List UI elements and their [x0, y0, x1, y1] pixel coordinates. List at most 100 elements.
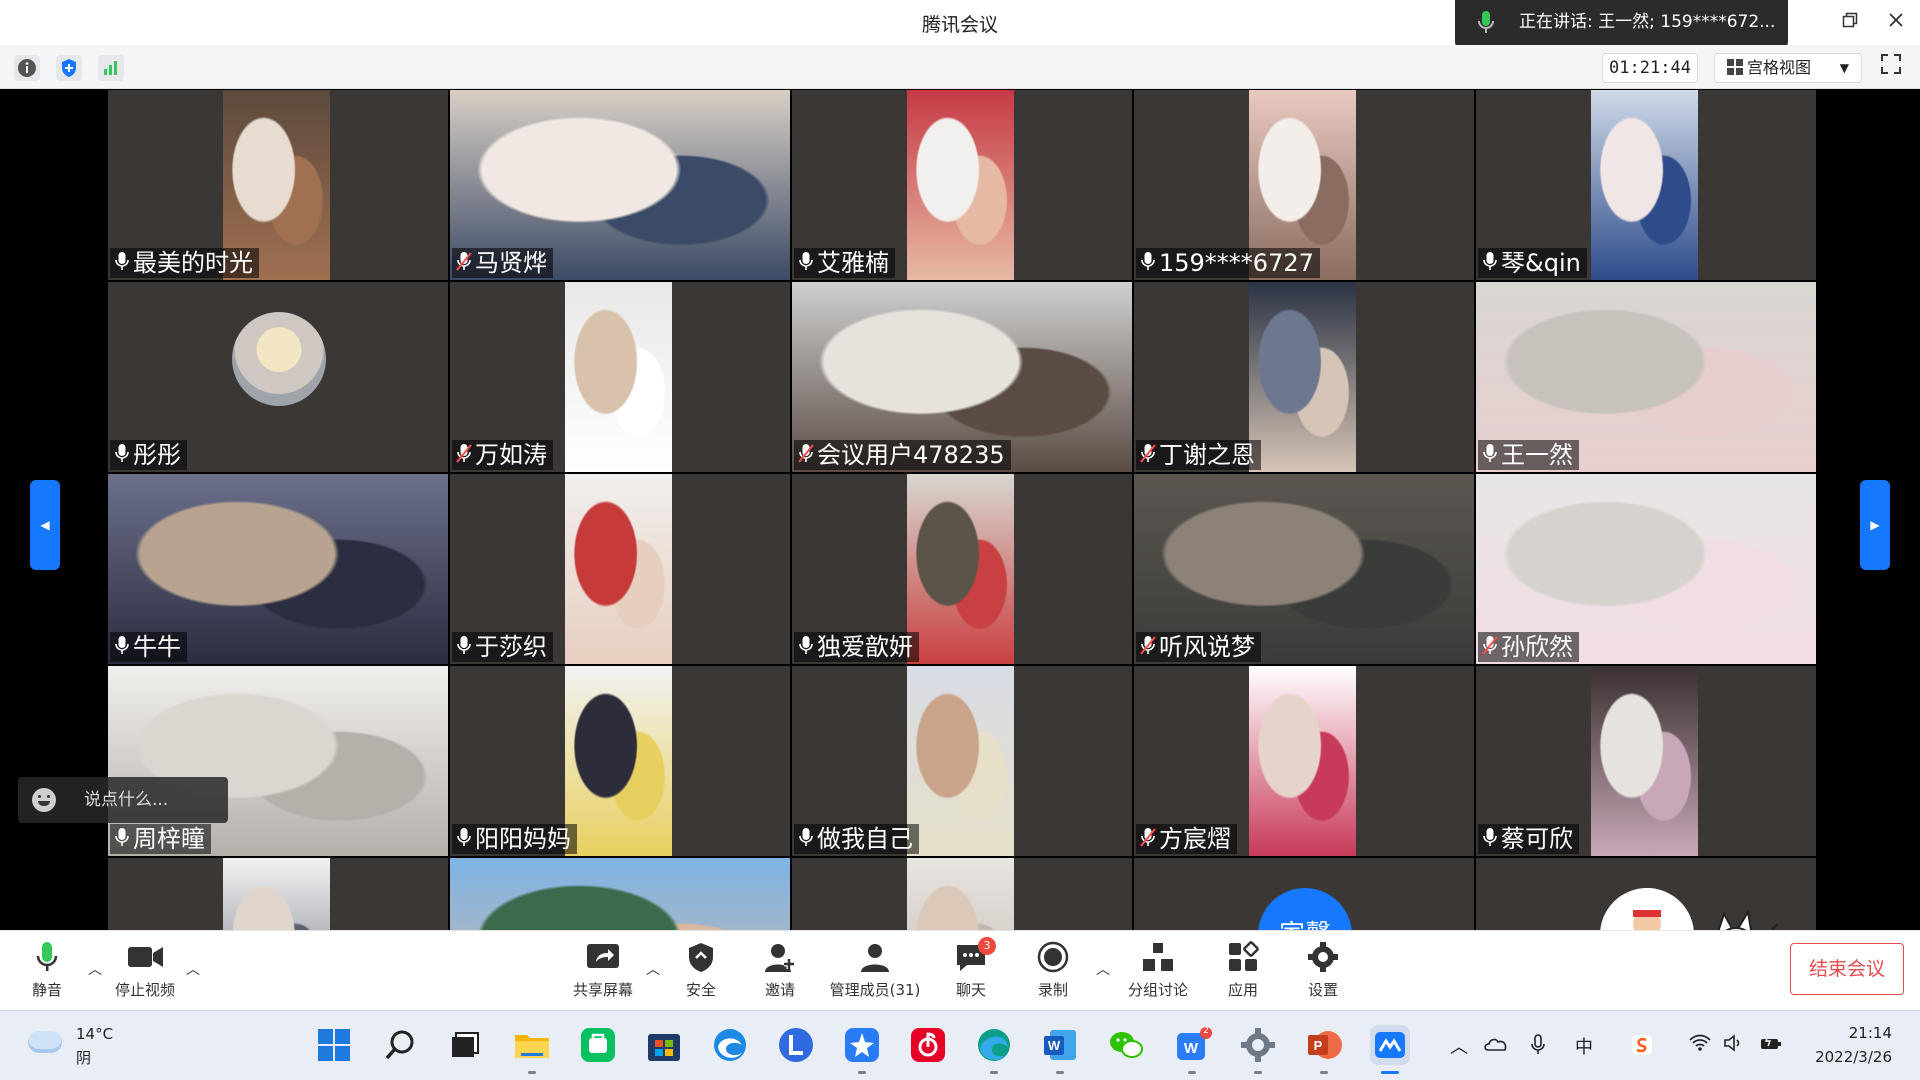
participant-tile[interactable]: 马贤烨	[450, 90, 790, 280]
participant-tile[interactable]: 方宸熠	[1134, 666, 1474, 856]
meeting-timer: 01:21:44	[1602, 53, 1698, 83]
close-icon[interactable]	[1882, 8, 1910, 36]
mic-icon	[1140, 248, 1156, 278]
file-explorer-icon[interactable]	[512, 1025, 552, 1074]
edge-icon[interactable]	[710, 1025, 750, 1065]
volume-icon[interactable]	[1722, 1033, 1746, 1058]
running-indicator	[1254, 1071, 1262, 1074]
windows-taskbar: 14°C 阴 W W 2 P ︿ 中 21:14 2022/3/26	[0, 1010, 1920, 1080]
ime-indicator[interactable]: 中	[1575, 1033, 1593, 1059]
mic-muted-icon	[1140, 632, 1156, 662]
word-badge-icon[interactable]: W 2	[1172, 1025, 1212, 1074]
participant-tile[interactable]: 牛牛	[108, 474, 448, 664]
view-mode-label: 宫格视图	[1747, 58, 1812, 77]
share-screen-button[interactable]: 共享屏幕	[558, 941, 648, 1000]
breakout-rooms-button[interactable]: 分组讨论	[1110, 941, 1206, 1000]
participant-tile[interactable]: 彤彤	[108, 282, 448, 472]
signal-icon[interactable]	[98, 55, 124, 81]
members-icon	[861, 944, 889, 972]
participant-tile[interactable]: 最美的时光	[108, 90, 448, 280]
participant-tile[interactable]: 会议用户478235	[792, 282, 1132, 472]
participant-name: 做我自己	[817, 825, 913, 853]
mic-icon	[114, 248, 130, 278]
fullscreen-icon[interactable]	[1877, 53, 1905, 81]
chat-input-bar[interactable]: 说点什么...	[18, 777, 228, 823]
participant-video	[1249, 666, 1356, 856]
apps-button[interactable]: 应用	[1198, 941, 1288, 1000]
participant-tile[interactable]: 周梓瞳	[108, 666, 448, 856]
weather-temperature: 14°C	[76, 1025, 114, 1043]
prev-page-arrow[interactable]: ◀	[30, 480, 60, 570]
wifi-icon[interactable]	[1688, 1033, 1712, 1058]
participant-tile[interactable]	[450, 858, 790, 930]
participant-tile[interactable]: 琴&qin	[1476, 90, 1816, 280]
participant-video	[1249, 282, 1356, 472]
avatar	[232, 312, 326, 406]
netease-music-icon[interactable]	[908, 1025, 948, 1065]
mute-button[interactable]: 静音	[2, 941, 92, 1000]
participant-tile[interactable]	[792, 858, 1132, 930]
restore-icon[interactable]	[1836, 8, 1864, 36]
settings-app-icon[interactable]	[1238, 1025, 1278, 1074]
powerpoint-icon[interactable]: P	[1304, 1025, 1344, 1074]
running-indicator	[528, 1071, 536, 1074]
participant-tile[interactable]	[108, 858, 448, 930]
view-mode-dropdown[interactable]: 宫格视图 ▼	[1714, 53, 1862, 83]
participant-name: 159****6727	[1159, 249, 1314, 277]
next-page-arrow[interactable]: ▶	[1860, 480, 1890, 570]
dingtalk-icon[interactable]	[842, 1025, 882, 1074]
participant-tile[interactable]: 蔡可欣	[1476, 666, 1816, 856]
onedrive-icon[interactable]	[1484, 1033, 1510, 1058]
shield-icon[interactable]	[56, 55, 82, 81]
participant-name: 于莎织	[475, 633, 547, 661]
wechat-work-icon[interactable]	[578, 1025, 618, 1065]
task-view-icon[interactable]	[446, 1025, 486, 1065]
invite-button[interactable]: 邀请	[735, 941, 825, 1000]
record-options-chevron[interactable]: ︿	[1096, 959, 1110, 979]
wechat-icon[interactable]	[1106, 1025, 1146, 1065]
settings-button[interactable]: 设置	[1278, 941, 1368, 1000]
participant-tile[interactable]: 丁谢之恩	[1134, 282, 1474, 472]
info-icon[interactable]	[14, 55, 40, 81]
emoji-icon[interactable]	[32, 788, 56, 812]
lark-icon[interactable]	[776, 1025, 816, 1065]
end-meeting-button[interactable]: 结束会议	[1790, 943, 1904, 995]
store-icon[interactable]	[644, 1025, 684, 1065]
participant-tile[interactable]: 孙欣然	[1476, 474, 1816, 664]
microphone-tray-icon[interactable]	[1530, 1033, 1546, 1062]
battery-icon[interactable]	[1758, 1033, 1784, 1058]
camera-icon	[128, 947, 163, 967]
participant-tile[interactable]: 王一然	[1476, 282, 1816, 472]
participant-tile[interactable]: 159****6727	[1134, 90, 1474, 280]
participant-name: 周梓瞳	[133, 825, 205, 853]
participant-tile[interactable]: 家馨	[1134, 858, 1474, 930]
security-button[interactable]: 安全	[656, 941, 746, 1000]
tencent-meeting-icon[interactable]	[1370, 1025, 1410, 1074]
mic-muted-icon	[1140, 440, 1156, 470]
edge-browser-icon[interactable]	[974, 1025, 1014, 1074]
participant-tile[interactable]: 于莎织	[450, 474, 790, 664]
stop-video-button[interactable]: 停止视频	[100, 941, 190, 1000]
participant-name: 牛牛	[133, 633, 181, 661]
chat-button[interactable]: 3 聊天	[926, 937, 1016, 1000]
participant-name-tag: 独爱歆妍	[794, 632, 919, 662]
word-icon[interactable]: W	[1040, 1025, 1080, 1074]
manage-members-button[interactable]: 管理成员(31)	[815, 941, 935, 1000]
participant-tile[interactable]: 阳阳妈妈	[450, 666, 790, 856]
video-options-chevron[interactable]: ︿	[186, 959, 200, 979]
participant-tile[interactable]: 艾雅楠	[792, 90, 1132, 280]
participant-tile[interactable]: 做我自己	[792, 666, 1132, 856]
start-icon[interactable]	[314, 1025, 354, 1065]
participant-name: 阳阳妈妈	[475, 825, 571, 853]
record-button[interactable]: 录制	[1008, 941, 1098, 1000]
mic-icon	[798, 248, 814, 278]
system-clock[interactable]: 21:14 2022/3/26	[1806, 1021, 1892, 1069]
apps-label: 应用	[1227, 981, 1258, 999]
sogou-icon[interactable]	[1630, 1033, 1654, 1062]
participant-tile[interactable]: ◆◆	[1476, 858, 1816, 930]
tray-chevron-up-icon[interactable]: ︿	[1450, 1033, 1468, 1059]
participant-tile[interactable]: 听风说梦	[1134, 474, 1474, 664]
participant-tile[interactable]: 万如涛	[450, 282, 790, 472]
search-icon[interactable]	[380, 1025, 420, 1065]
participant-tile[interactable]: 独爱歆妍	[792, 474, 1132, 664]
